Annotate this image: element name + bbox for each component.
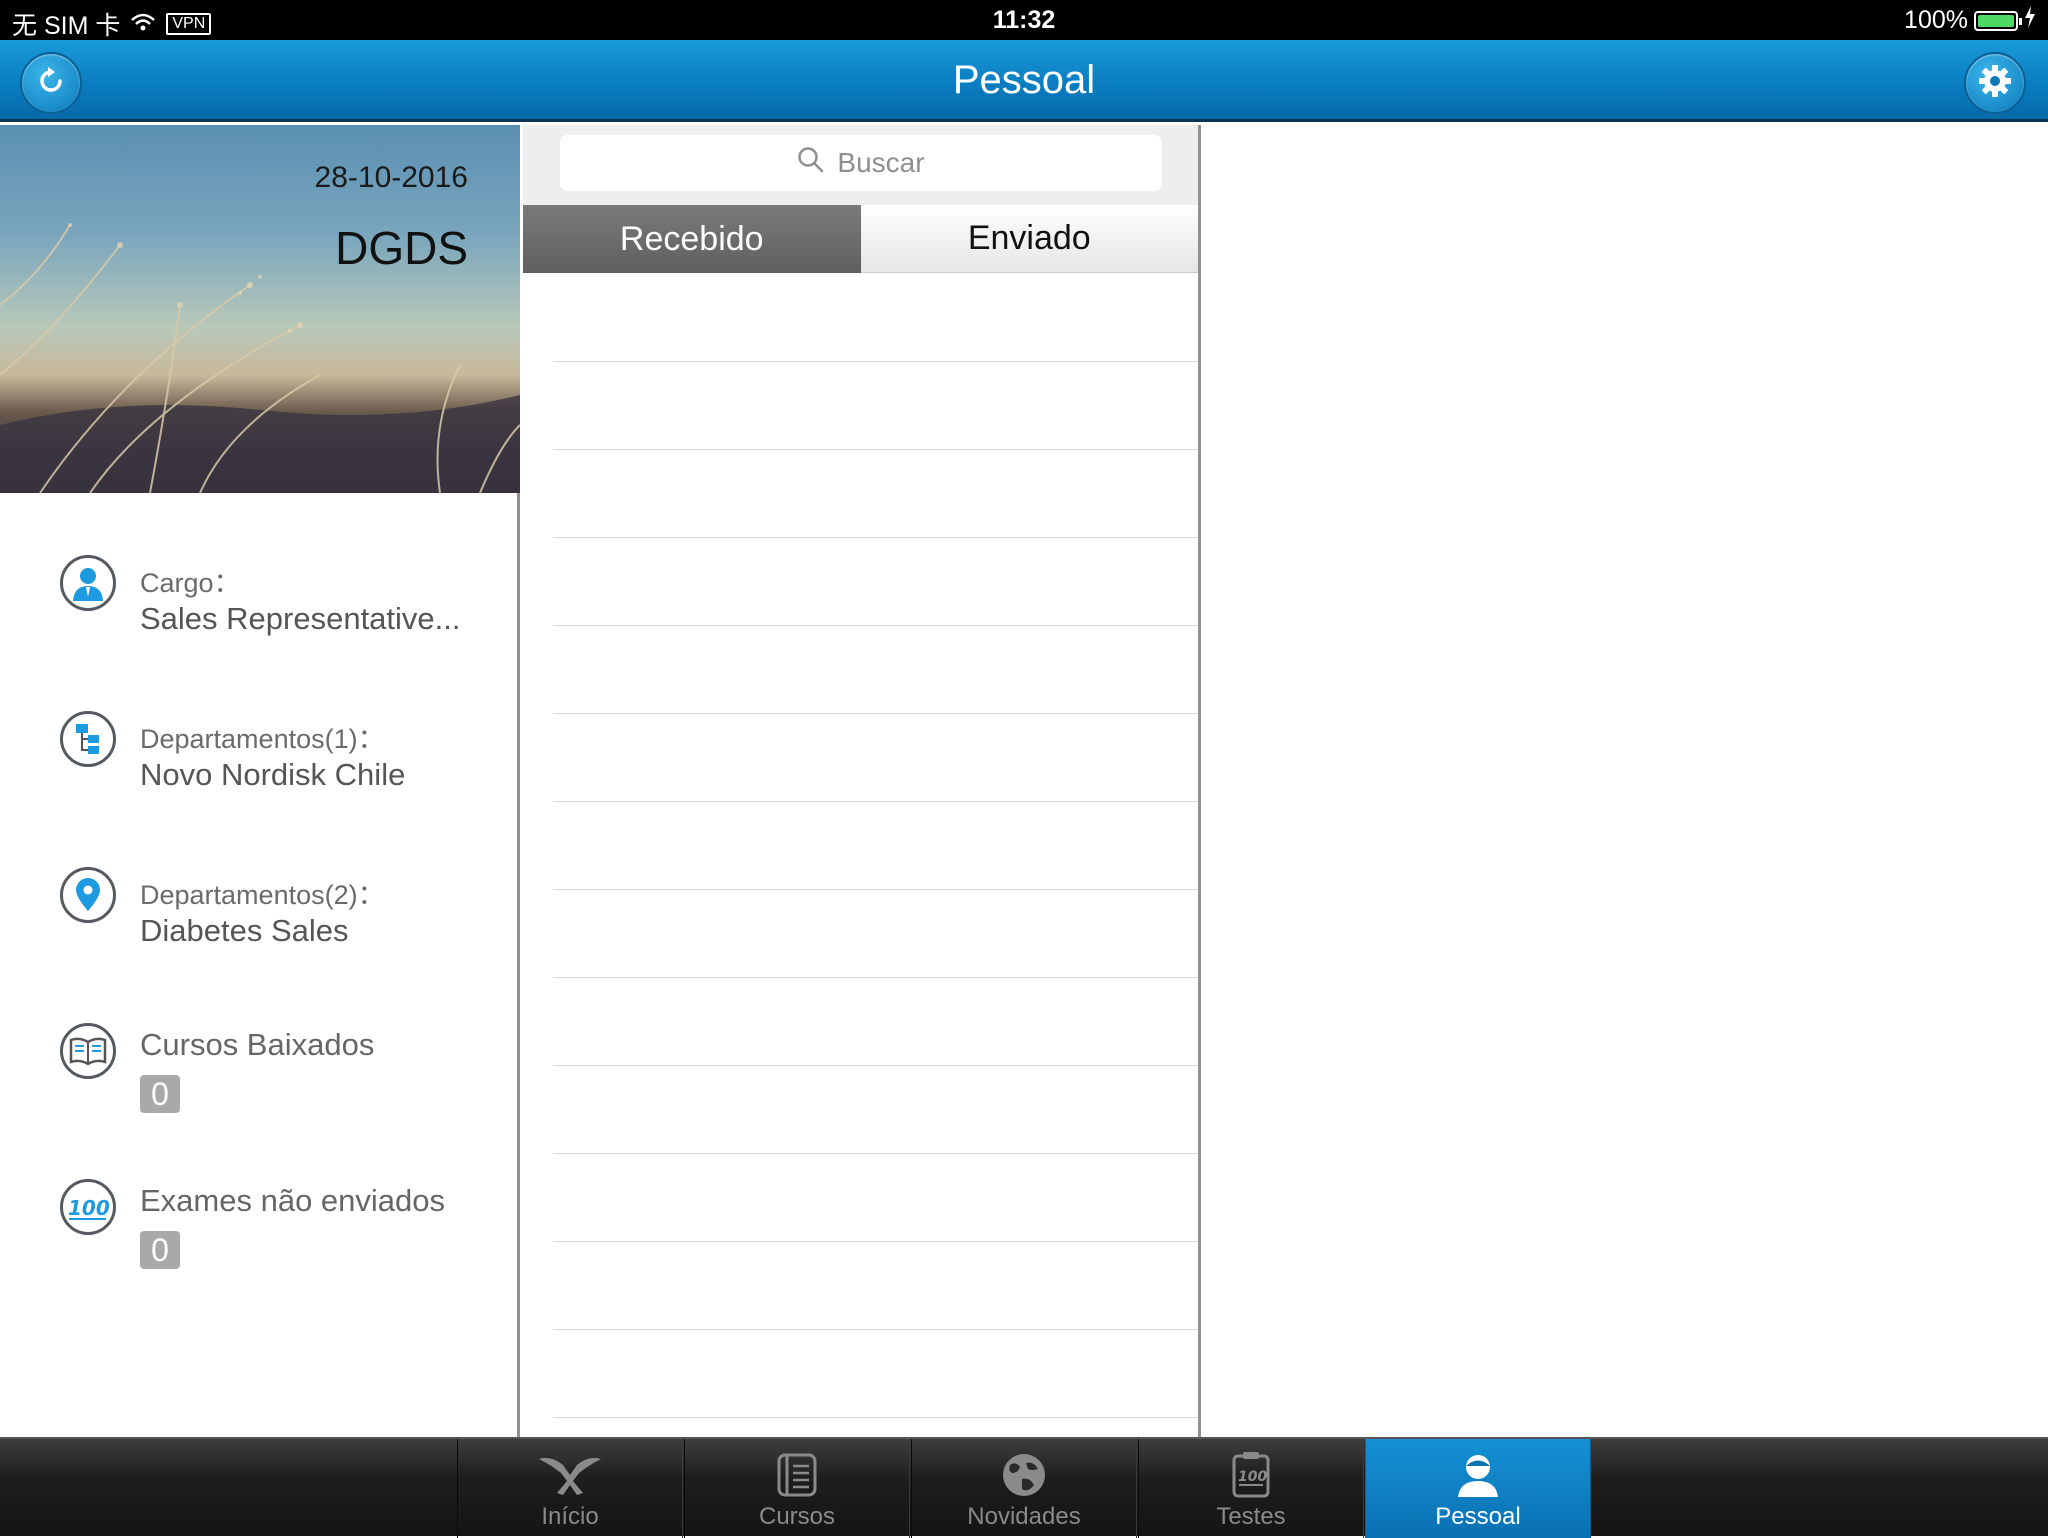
cargo-value: Sales Representative... (140, 601, 461, 636)
person-icon (60, 555, 116, 611)
tab-label: Pessoal (1435, 1503, 1521, 1530)
tab-inicio[interactable]: Início (457, 1439, 683, 1538)
profile-panel: 28-10-2016 DGDS Cargo： Sales Representat… (0, 125, 520, 1437)
tab-label: Novidades (967, 1503, 1081, 1530)
list-row-separator (553, 889, 1198, 890)
department-2-label: Departamentos(2)： (140, 880, 385, 910)
search-input[interactable]: Buscar (560, 135, 1162, 191)
search-bar: Buscar (523, 125, 1198, 205)
department-1-label: Departamentos(1)： (140, 724, 385, 754)
segmented-control: Recebido Enviado (523, 205, 1198, 273)
battery-percent: 100% (1904, 6, 1968, 34)
clock: 11:32 (992, 6, 1056, 34)
status-bar: 无 SIM 卡 VPN 11:32 100% (0, 0, 2048, 40)
profile-name: DGDS (335, 222, 468, 274)
tab-bar: Início Cursos Novidades 100 Testes Pesso… (0, 1437, 2048, 1538)
cargo-item: Cargo： Sales Representative... (60, 555, 500, 675)
tab-cursos[interactable]: Cursos (684, 1439, 910, 1538)
department-1-value: Novo Nordisk Chile (140, 757, 406, 792)
list-row-separator (553, 713, 1198, 714)
list-row-separator (553, 537, 1198, 538)
home-bird-icon (537, 1449, 603, 1501)
document-icon (775, 1449, 819, 1501)
list-row-separator (553, 1417, 1198, 1418)
search-placeholder: Buscar (837, 147, 925, 178)
list-row-separator (553, 625, 1198, 626)
department-1-item: Departamentos(1)： Novo Nordisk Chile (60, 711, 500, 831)
score-100-icon: 100 (60, 1179, 116, 1235)
detail-panel (1204, 125, 2048, 1437)
person-icon (1454, 1449, 1502, 1501)
navigation-bar: Pessoal (0, 40, 2048, 122)
battery-icon (1974, 10, 2022, 31)
settings-button[interactable] (1964, 52, 2026, 114)
message-panel: Buscar Recebido Enviado (523, 125, 1201, 1437)
book-icon (60, 1023, 116, 1079)
downloaded-courses-count: 0 (140, 1075, 180, 1113)
tab-label: Cursos (758, 1503, 836, 1530)
downloaded-courses-label: Cursos Baixados (140, 1027, 375, 1062)
tab-testes[interactable]: 100 Testes (1138, 1439, 1364, 1538)
status-right: 100% (1904, 6, 2036, 35)
org-chart-icon (60, 711, 116, 767)
tab-novidades[interactable]: Novidades (911, 1439, 1137, 1538)
downloaded-courses-item[interactable]: Cursos Baixados 0 (60, 1023, 500, 1143)
tab-label: Início (541, 1503, 599, 1530)
globe-icon (1000, 1449, 1048, 1501)
list-row-separator (553, 449, 1198, 450)
page-title: Pessoal (952, 58, 1096, 102)
profile-date: 28-10-2016 (314, 161, 468, 194)
list-row-separator (553, 1065, 1198, 1066)
search-icon (797, 146, 825, 181)
list-row-separator (553, 801, 1198, 802)
svg-text:100: 100 (68, 1196, 110, 1220)
department-2-value: Diabetes Sales (140, 913, 349, 948)
gear-icon (1977, 63, 2013, 104)
profile-header-image: 28-10-2016 DGDS (0, 125, 520, 493)
svg-text:100: 100 (1238, 1469, 1267, 1485)
list-row-separator (553, 977, 1198, 978)
tab-received[interactable]: Recebido (523, 205, 861, 273)
list-row-separator (553, 1153, 1198, 1154)
unsent-exams-item[interactable]: 100 Exames não enviados 0 (60, 1179, 500, 1299)
clipboard-100-icon: 100 (1230, 1449, 1272, 1501)
list-row-separator (553, 1241, 1198, 1242)
unsent-exams-count: 0 (140, 1231, 180, 1269)
department-2-item: Departamentos(2)： Diabetes Sales (60, 867, 500, 987)
unsent-exams-label: Exames não enviados (140, 1183, 446, 1218)
tab-label: Testes (1216, 1503, 1286, 1530)
list-row-separator (553, 361, 1198, 362)
list-row-separator (553, 1329, 1198, 1330)
cargo-label: Cargo： (140, 568, 241, 598)
charging-bolt-icon (2024, 6, 2036, 35)
tab-sent[interactable]: Enviado (860, 205, 1198, 273)
tab-pessoal[interactable]: Pessoal (1365, 1439, 1591, 1538)
location-pin-icon (60, 867, 116, 923)
